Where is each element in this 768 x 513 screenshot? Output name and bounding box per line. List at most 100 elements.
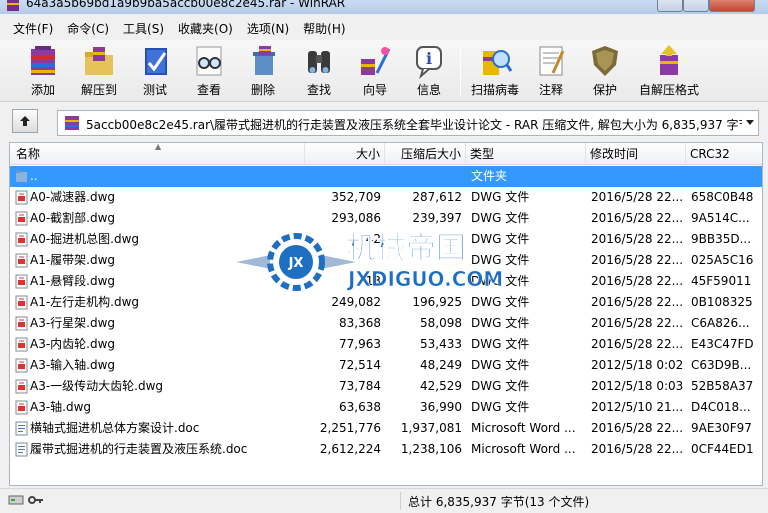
file-crc: 658C0B48	[691, 190, 754, 204]
file-type: DWG 文件	[471, 253, 530, 267]
file-size: 2,251,776	[319, 421, 381, 435]
table-row[interactable]: 横轴式掘进机总体方案设计.doc 2,251,776 1,937,081 Micros…	[10, 418, 762, 439]
table-row[interactable]: A3-轴.dwg 63,638 36,990 DWG 文件 2012/5/10 21..…	[10, 397, 762, 418]
virus-scan-label: 扫描病毒	[470, 83, 519, 97]
table-row[interactable]: A3-行星架.dwg 83,368 58,098 DWG 文件 2016/5/28 22…	[10, 313, 762, 334]
file-name: A0-掘进机总图.dwg	[30, 232, 140, 246]
column-modified[interactable]: 修改时间	[586, 143, 686, 165]
file-type: DWG 文件	[471, 379, 530, 393]
comment-button[interactable]: 注释	[528, 42, 574, 100]
drive-icon	[8, 495, 24, 505]
chevron-down-icon[interactable]	[746, 120, 754, 125]
menu-file[interactable]: 文件(F)	[6, 18, 60, 40]
extract-to-button[interactable]: 解压到	[74, 42, 124, 100]
comment-icon	[539, 46, 565, 76]
table-row[interactable]: .. 文件夹	[10, 166, 762, 187]
sfx-label: 自解压格式	[638, 83, 699, 97]
file-size: 83,368	[339, 316, 381, 330]
table-row[interactable]: A0-截割部.dwg 293,086 239,397 DWG 文件 2016/5/28 …	[10, 208, 762, 229]
menu-options[interactable]: 选项(N)	[240, 18, 296, 40]
column-header: 名称 ▲ 大小 压缩后大小 类型 修改时间 CRC32	[10, 142, 762, 165]
extract-to-label: 解压到	[80, 83, 117, 97]
file-crc: 025A5C16	[691, 253, 754, 267]
extract-folder-icon	[85, 47, 113, 75]
dwg-file-icon	[15, 379, 28, 394]
wizard-button[interactable]: 向导	[350, 42, 400, 100]
menu-help[interactable]: 帮助(H)	[296, 18, 352, 40]
delete-button[interactable]: 删除	[238, 42, 288, 100]
file-packed-size: 42,529	[420, 379, 462, 393]
dwg-file-icon	[15, 316, 28, 331]
file-type: DWG 文件	[471, 295, 530, 309]
sfx-icon	[660, 45, 678, 75]
file-name: ..	[30, 169, 38, 183]
minimize-button[interactable]	[657, 0, 683, 12]
view-glasses-icon	[196, 46, 222, 76]
file-modified	[591, 166, 684, 187]
file-name: A3-轴.dwg	[30, 400, 92, 414]
file-list[interactable]: 名称 ▲ 大小 压缩后大小 类型 修改时间 CRC32 .. 文件夹 A0-减速器.…	[9, 142, 763, 486]
file-crc: C6A826...	[691, 316, 750, 330]
file-type: DWG 文件	[471, 400, 530, 414]
file-crc: 52B58A37	[691, 379, 754, 393]
protect-button[interactable]: 保护	[582, 42, 628, 100]
file-packed-size: 48,249	[420, 358, 462, 372]
file-modified: 2016/5/28 22...	[591, 274, 684, 288]
file-type: Microsoft Word ...	[471, 421, 576, 435]
test-button[interactable]: 测试	[130, 42, 180, 100]
file-modified: 2016/5/28 22...	[591, 190, 684, 204]
delete-label: 删除	[250, 83, 275, 97]
column-crc[interactable]: CRC32	[686, 143, 762, 165]
add-button[interactable]: 添加	[18, 42, 68, 100]
file-type: DWG 文件	[471, 358, 530, 372]
info-button[interactable]: i 信息	[404, 42, 454, 100]
file-modified: 2016/5/28 22...	[591, 253, 684, 267]
dwg-file-icon	[15, 190, 28, 205]
file-type: DWG 文件	[471, 190, 530, 204]
sfx-button[interactable]: 自解压格式	[636, 42, 702, 100]
dwg-file-icon	[15, 211, 28, 226]
title-bar[interactable]: 64a3a5b69bd1a9b9ba5accb00e8c2e45.rar - W…	[0, 0, 768, 14]
file-size: 77,963	[339, 337, 381, 351]
table-row[interactable]: A1-左行走机构.dwg 249,082 196,925 DWG 文件 2016/5/2…	[10, 292, 762, 313]
file-packed-size: 1,238,106	[400, 442, 462, 456]
virus-scan-icon	[483, 50, 513, 75]
find-button[interactable]: 查找	[294, 42, 344, 100]
file-crc: E43C47FD	[691, 337, 754, 351]
file-packed-size: 36,990	[420, 400, 462, 414]
path-dropdown[interactable]: 5accb00e8c2e45.rar\履带式掘进机的行走装置及液压系统全套毕业设…	[57, 110, 759, 136]
view-button[interactable]: 查看	[184, 42, 234, 100]
column-type[interactable]: 类型	[466, 143, 586, 165]
sort-ascending-icon: ▲	[155, 142, 162, 151]
winrar-app-icon	[7, 0, 19, 11]
virus-scan-button[interactable]: 扫描病毒	[466, 42, 524, 100]
archive-path: 5accb00e8c2e45.rar\履带式掘进机的行走装置及液压系统全套毕业设…	[86, 118, 742, 132]
folder-up-icon	[16, 170, 27, 182]
table-row[interactable]: A0-掘进机总图.dwg 42 DWG 文件 2016/5/28 22... 9BB35…	[10, 229, 762, 250]
file-modified: 2012/5/18 0:02	[591, 358, 684, 372]
column-packed[interactable]: 压缩后大小	[385, 143, 466, 165]
table-row[interactable]: A1-履带架.dwg DWG 文件 2016/5/28 22... 025A5C16	[10, 250, 762, 271]
table-row[interactable]: A1-悬臂段.dwg 13 DWG 文件 2016/5/28 22... 45F5901…	[10, 271, 762, 292]
file-type: DWG 文件	[471, 211, 530, 225]
total-summary: 总计 6,835,937 字节(13 个文件)	[408, 495, 590, 509]
dwg-file-icon	[15, 274, 28, 289]
table-row[interactable]: A3-一级传动大齿轮.dwg 73,784 42,529 DWG 文件 2012/5/1…	[10, 376, 762, 397]
table-row[interactable]: A0-减速器.dwg 352,709 287,612 DWG 文件 2016/5/28 …	[10, 187, 762, 208]
menu-favorites[interactable]: 收藏夹(O)	[171, 18, 240, 40]
column-size[interactable]: 大小	[305, 143, 385, 165]
maximize-button[interactable]	[683, 0, 709, 12]
table-row[interactable]: 履带式掘进机的行走装置及液压系统.doc 2,612,224 1,238,106 Mi…	[10, 439, 762, 460]
table-row[interactable]: A3-内齿轮.dwg 77,963 53,433 DWG 文件 2016/5/28 22…	[10, 334, 762, 355]
menu-commands[interactable]: 命令(C)	[60, 18, 116, 40]
file-size: 13	[365, 274, 381, 288]
dwg-file-icon	[15, 358, 28, 373]
file-packed-size: 239,397	[412, 211, 462, 225]
close-button[interactable]	[709, 0, 755, 12]
table-row[interactable]: A3-输入轴.dwg 72,514 48,249 DWG 文件 2012/5/18 0:…	[10, 355, 762, 376]
file-name: A0-截割部.dwg	[30, 211, 116, 225]
file-packed-size	[386, 229, 462, 250]
up-one-level-button[interactable]	[12, 109, 38, 133]
file-modified: 2012/5/18 0:03	[591, 379, 684, 393]
menu-tools[interactable]: 工具(S)	[116, 18, 171, 40]
